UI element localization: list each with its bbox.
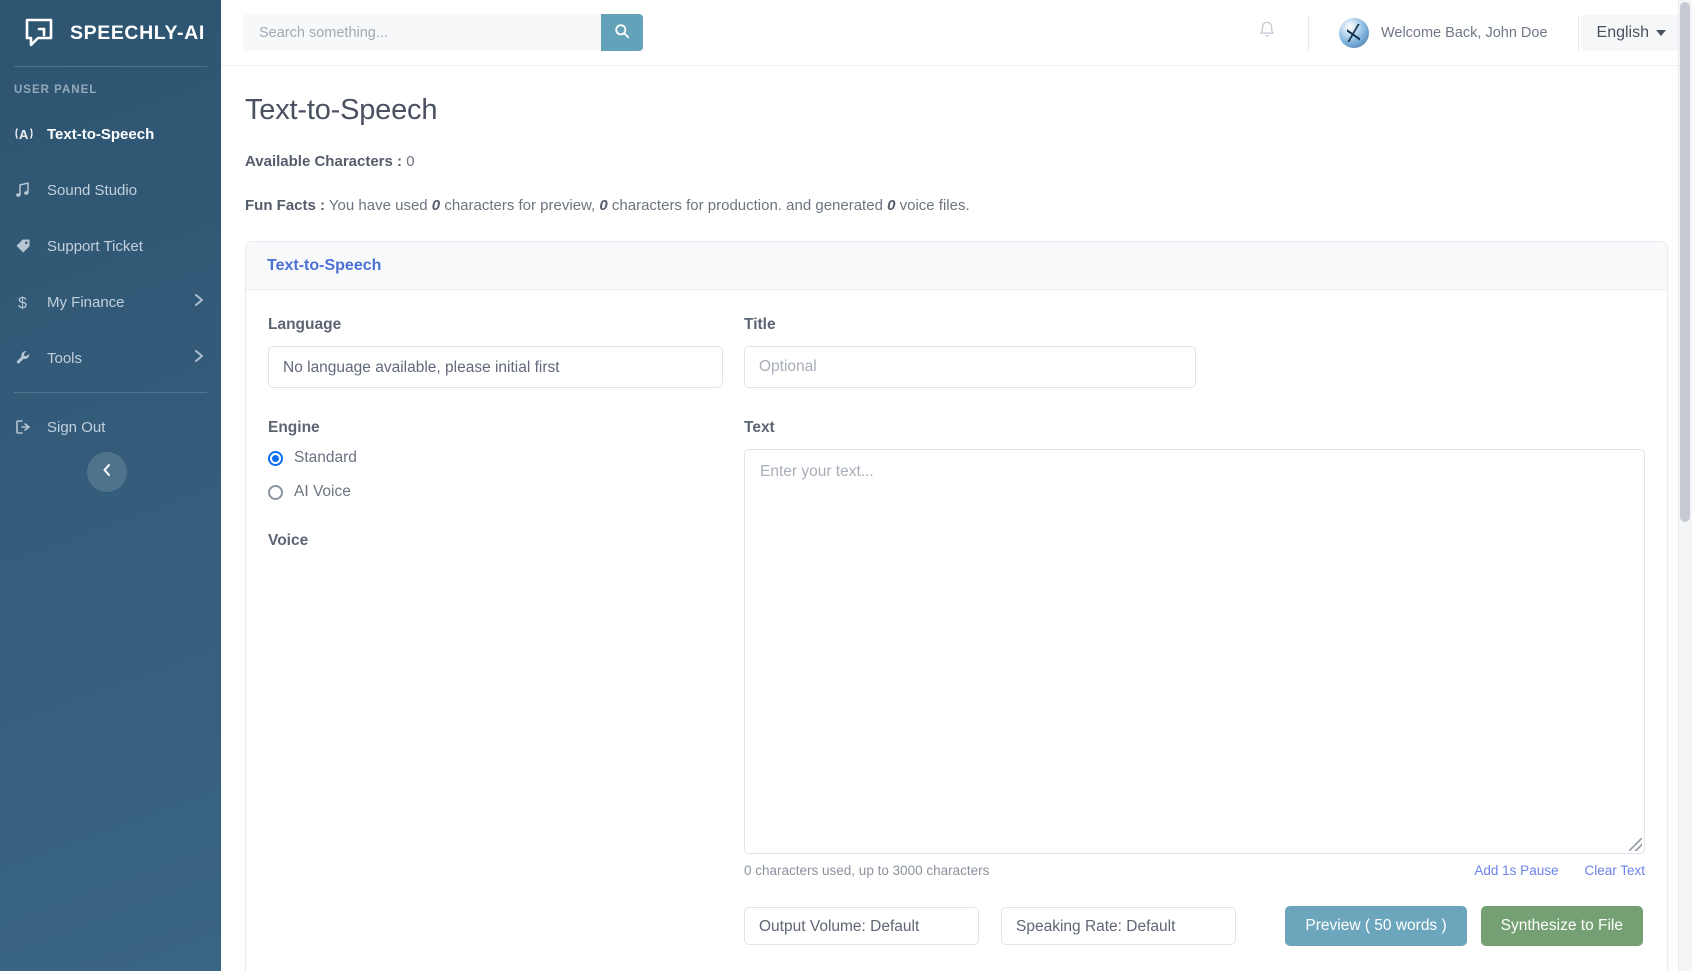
language-label: English (1596, 23, 1649, 41)
search-input[interactable] (243, 14, 601, 51)
language-select[interactable]: No language available, please initial fi… (268, 346, 723, 388)
sidebar-item-label: Support Ticket (47, 237, 143, 255)
wrench-icon (14, 349, 38, 367)
brand[interactable]: SPEECHLY-AI (0, 0, 221, 66)
available-characters: Available Characters : 0 (245, 153, 1692, 170)
available-characters-label: Available Characters : (245, 153, 403, 170)
language-selector[interactable]: English (1580, 14, 1682, 51)
radio-ai-voice[interactable] (268, 484, 283, 500)
chevron-down-icon (1656, 29, 1666, 36)
dollar-icon: $ (14, 293, 38, 311)
page-title: Text-to-Speech (245, 94, 438, 126)
synthesize-to-file-button[interactable]: Synthesize to File (1480, 906, 1643, 946)
svg-text:A: A (19, 127, 29, 142)
chevron-right-icon (193, 349, 205, 367)
textarea-footer: 0 characters used, up to 3000 characters… (744, 863, 1645, 878)
search-icon (614, 23, 630, 42)
character-count: 0 characters used, up to 3000 characters (744, 863, 990, 878)
fun-facts-n3: 0 (887, 197, 896, 214)
search-button[interactable] (601, 14, 643, 51)
bell-icon (1258, 20, 1276, 45)
text-textarea[interactable] (744, 449, 1645, 854)
sidebar-item-label: Tools (47, 349, 83, 367)
engine-option-ai-voice[interactable]: AI Voice (268, 483, 723, 501)
textarea-wrap (744, 449, 1645, 854)
chevron-left-icon (100, 462, 114, 483)
avatar (1338, 17, 1369, 48)
fun-facts-n1: 0 (431, 197, 441, 214)
text-to-speech-icon: A (14, 125, 38, 143)
sidebar-item-my-finance[interactable]: $ My Finance (0, 274, 221, 330)
sidebar-item-label: Sign Out (47, 418, 106, 436)
welcome-text: Welcome Back, John Doe (1380, 24, 1548, 41)
tag-icon (14, 237, 38, 255)
language-divider (1577, 14, 1579, 51)
textarea-links: Add 1s Pause Clear Text (1474, 863, 1645, 878)
engine-option-label: AI Voice (294, 483, 351, 500)
chevron-right-icon (193, 293, 205, 311)
language-label: Language (268, 316, 342, 333)
sidebar-item-sound-studio[interactable]: Sound Studio (0, 162, 221, 218)
form-right-column: Title Text 0 characters used, up to 3000… (723, 316, 1645, 946)
radio-standard[interactable] (268, 450, 283, 466)
fun-facts-p4: voice files. (899, 197, 970, 214)
user-panel-label: USER PANEL (14, 84, 98, 96)
main-area: Welcome Back, John Doe English Text-to-S… (221, 0, 1692, 971)
card-header: Text-to-Speech (246, 242, 1667, 290)
sidebar-divider (14, 392, 207, 393)
form-left-column: Language No language available, please i… (268, 316, 723, 946)
fun-facts-n2: 0 (599, 197, 608, 214)
bottom-controls: Output Volume: Default Speaking Rate: De… (744, 906, 1645, 946)
add-1s-pause-link[interactable]: Add 1s Pause (1474, 863, 1558, 878)
engine-option-label: Standard (294, 449, 357, 466)
fun-facts: Fun Facts : You have used 0 characters f… (245, 197, 1692, 214)
fun-facts-label: Fun Facts : (245, 197, 326, 214)
card-header-title: Text-to-Speech (267, 256, 382, 274)
page-scrollbar[interactable] (1678, 0, 1692, 971)
action-buttons: Preview ( 50 words ) Synthesize to File (1285, 906, 1645, 946)
speaking-rate-select[interactable]: Speaking Rate: Default (1001, 907, 1236, 945)
notifications-button[interactable] (1226, 20, 1308, 45)
speech-bubble-logo-icon (22, 16, 56, 50)
search-bar (243, 14, 643, 51)
engine-label: Engine (268, 419, 320, 436)
text-label: Text (744, 419, 775, 436)
engine-option-standard[interactable]: Standard (268, 449, 723, 467)
language-select-wrap: No language available, please initial fi… (268, 346, 723, 388)
title-input[interactable] (744, 346, 1196, 388)
speaking-rate-wrap: Speaking Rate: Default (1001, 907, 1236, 945)
sidebar-item-text-to-speech[interactable]: A Text-to-Speech (0, 106, 221, 162)
sidebar-item-label: Sound Studio (47, 181, 138, 199)
clear-text-link[interactable]: Clear Text (1584, 863, 1645, 878)
sidebar-item-tools[interactable]: Tools (0, 330, 221, 386)
card-body: Language No language available, please i… (246, 290, 1667, 966)
text-to-speech-card: Text-to-Speech Language No language avai… (245, 241, 1668, 971)
brand-name: SPEECHLY-AI (70, 21, 205, 44)
sidebar-item-support-ticket[interactable]: Support Ticket (0, 218, 221, 274)
voice-label: Voice (268, 532, 309, 549)
sidebar: SPEECHLY-AI USER PANEL A Text-to-Speech (0, 0, 221, 971)
sidebar-item-sign-out[interactable]: Sign Out (0, 399, 221, 455)
top-bar: Welcome Back, John Doe English (221, 0, 1692, 66)
output-volume-wrap: Output Volume: Default (744, 907, 979, 945)
sign-out-icon (14, 418, 38, 436)
music-note-icon (14, 181, 38, 199)
available-characters-value: 0 (406, 153, 415, 170)
svg-text:$: $ (18, 295, 27, 311)
title-label: Title (744, 316, 776, 333)
fun-facts-p3: characters for production. and generated (611, 197, 883, 214)
sidebar-collapse-button[interactable] (87, 452, 127, 492)
user-menu[interactable]: Welcome Back, John Doe (1309, 17, 1578, 48)
top-bar-right: Welcome Back, John Doe English (1226, 0, 1682, 66)
fun-facts-p1: You have used (328, 197, 428, 214)
output-volume-select[interactable]: Output Volume: Default (744, 907, 979, 945)
preview-button[interactable]: Preview ( 50 words ) (1285, 906, 1467, 946)
scrollbar-thumb[interactable] (1680, 2, 1690, 522)
fun-facts-p2: characters for preview, (444, 197, 596, 214)
sidebar-item-label: My Finance (47, 293, 125, 311)
page-content: Text-to-Speech Available Characters : 0 … (221, 66, 1692, 971)
sidebar-item-label: Text-to-Speech (47, 125, 155, 143)
